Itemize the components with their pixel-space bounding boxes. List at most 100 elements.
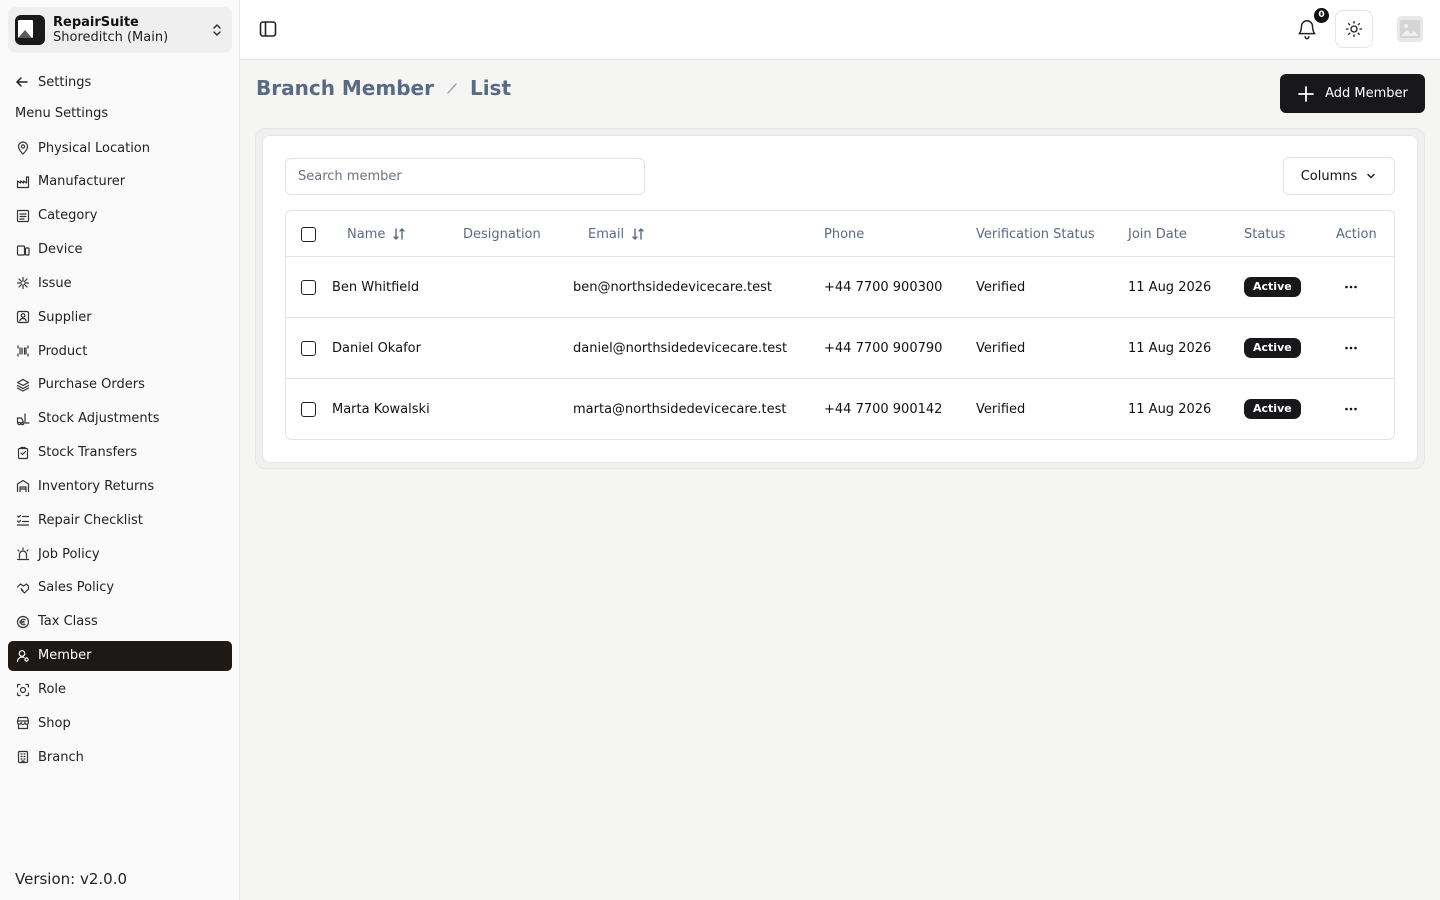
sidebar-item-sales-policy[interactable]: Sales Policy bbox=[8, 573, 232, 603]
sidebar-item-device[interactable]: Device bbox=[8, 235, 232, 265]
row-select-cell bbox=[301, 318, 316, 378]
sidebar-item-role[interactable]: Role bbox=[8, 675, 232, 705]
more-horizontal-icon[interactable] bbox=[1337, 395, 1365, 423]
status-badge: Active bbox=[1244, 338, 1301, 358]
app-name: RepairSuite bbox=[53, 15, 139, 30]
status-badge: Active bbox=[1244, 399, 1301, 419]
sidebar-item-product[interactable]: Product bbox=[8, 336, 232, 366]
sort-icon bbox=[624, 227, 645, 241]
clipboard-icon bbox=[16, 446, 30, 460]
sidebar-item-physical-location[interactable]: Physical Location bbox=[8, 133, 232, 163]
sidebar-item-tax-class[interactable]: Tax Class bbox=[8, 607, 232, 637]
back-label: Settings bbox=[38, 74, 92, 90]
row-select-cell bbox=[301, 379, 316, 439]
back-to-settings-link[interactable]: Settings bbox=[15, 72, 91, 92]
select-all-checkbox[interactable] bbox=[301, 226, 316, 242]
cell-status: Active bbox=[1244, 379, 1301, 439]
handshake-icon bbox=[16, 581, 30, 595]
cell-name: Marta Kowalski bbox=[332, 401, 430, 417]
toggle-sidebar-icon[interactable] bbox=[258, 19, 278, 39]
sidebar-item-stock-transfers[interactable]: Stock Transfers bbox=[8, 438, 232, 468]
cell-action bbox=[1337, 318, 1365, 378]
sidebar-item-category[interactable]: Category bbox=[8, 201, 232, 231]
sidebar-item-label: Branch bbox=[38, 749, 84, 765]
name-column-header[interactable]: Name bbox=[347, 211, 406, 257]
sidebar-item-label: Category bbox=[38, 208, 98, 224]
cell-email: marta@northsidedevicecare.test bbox=[573, 401, 787, 417]
search-member-input[interactable] bbox=[285, 158, 645, 195]
bell-icon[interactable] bbox=[1296, 18, 1318, 40]
sidebar-item-label: Tax Class bbox=[38, 614, 98, 630]
branch-name: Shoreditch (Main) bbox=[53, 30, 169, 45]
columns-dropdown-button[interactable]: Columns bbox=[1283, 157, 1395, 195]
cell-email: ben@northsidedevicecare.test bbox=[573, 279, 772, 295]
settings-nav: Physical Location Manufacturer Category Dev… bbox=[8, 133, 232, 776]
cell-verification: Verified bbox=[976, 401, 1026, 417]
verification-header-label: Verification Status bbox=[976, 226, 1095, 242]
image-placeholder-icon bbox=[1399, 19, 1421, 39]
building-icon bbox=[16, 750, 30, 764]
sidebar-item-issue[interactable]: Issue bbox=[8, 268, 232, 298]
designation-header-label: Designation bbox=[463, 226, 541, 242]
more-horizontal-icon[interactable] bbox=[1337, 334, 1365, 362]
join-date-column-header: Join Date bbox=[1128, 211, 1187, 257]
table-header-row: Name Designation Email Phone Verificatio… bbox=[286, 211, 1394, 257]
add-member-button[interactable]: Add Member bbox=[1280, 74, 1425, 113]
breadcrumb-parent[interactable]: Branch Member bbox=[256, 76, 434, 100]
sidebar-item-label: Purchase Orders bbox=[38, 377, 145, 393]
sidebar-item-inventory-returns[interactable]: Inventory Returns bbox=[8, 471, 232, 501]
arrow-left-icon bbox=[15, 75, 38, 89]
app-version: Version: v2.0.0 bbox=[15, 870, 128, 888]
sidebar-item-purchase-orders[interactable]: Purchase Orders bbox=[8, 370, 232, 400]
sidebar-item-label: Device bbox=[38, 242, 83, 258]
app-logo bbox=[15, 15, 45, 45]
action-column-header: Action bbox=[1336, 211, 1377, 257]
sidebar-item-label: Stock Adjustments bbox=[38, 411, 160, 427]
sidebar-item-label: Product bbox=[38, 343, 88, 359]
email-column-header[interactable]: Email bbox=[588, 211, 645, 257]
status-column-header: Status bbox=[1244, 211, 1285, 257]
row-checkbox[interactable] bbox=[301, 340, 316, 356]
sidebar-item-shop[interactable]: Shop bbox=[8, 708, 232, 738]
table-row[interactable]: Ben Whitfield ben@northsidedevicecare.tes… bbox=[286, 257, 1394, 318]
device-icon bbox=[16, 243, 30, 257]
add-member-label: Add Member bbox=[1325, 86, 1408, 101]
sidebar-item-stock-adjustments[interactable]: Stock Adjustments bbox=[8, 404, 232, 434]
sidebar-item-label: Issue bbox=[38, 275, 72, 291]
breadcrumb-current: List bbox=[469, 76, 512, 100]
workspace-switcher[interactable]: RepairSuite Shoreditch (Main) bbox=[8, 7, 232, 53]
list-checks-icon bbox=[16, 513, 30, 527]
sidebar-item-label: Inventory Returns bbox=[38, 478, 155, 494]
row-checkbox[interactable] bbox=[301, 279, 316, 295]
cell-join-date: 11 Aug 2026 bbox=[1128, 279, 1212, 295]
select-all-cell bbox=[301, 211, 316, 257]
barcode-icon bbox=[16, 344, 30, 358]
user-cog-icon bbox=[16, 649, 30, 663]
sidebar-item-branch[interactable]: Branch bbox=[8, 742, 232, 772]
cell-name: Ben Whitfield bbox=[332, 279, 420, 295]
columns-label: Columns bbox=[1300, 168, 1358, 184]
sidebar-item-label: Shop bbox=[38, 715, 71, 731]
sidebar-item-manufacturer[interactable]: Manufacturer bbox=[8, 167, 232, 197]
layers-icon bbox=[16, 378, 30, 392]
category-icon bbox=[16, 209, 30, 223]
more-horizontal-icon[interactable] bbox=[1337, 273, 1365, 301]
sidebar-item-repair-checklist[interactable]: Repair Checklist bbox=[8, 505, 232, 535]
notification-count-badge: 0 bbox=[1314, 8, 1329, 23]
status-header-label: Status bbox=[1244, 226, 1286, 242]
row-checkbox[interactable] bbox=[301, 401, 316, 417]
sidebar-item-member[interactable]: Member bbox=[8, 640, 232, 671]
table-row[interactable]: Daniel Okafor daniel@northsidedevicecare.… bbox=[286, 318, 1394, 379]
sidebar-item-supplier[interactable]: Supplier bbox=[8, 302, 232, 332]
slash-separator-icon bbox=[445, 78, 459, 98]
chevron-down-icon bbox=[1357, 170, 1377, 182]
factory-icon bbox=[16, 175, 30, 189]
user-avatar[interactable] bbox=[1397, 16, 1423, 42]
theme-toggle-button[interactable] bbox=[1335, 10, 1373, 48]
join-date-header-label: Join Date bbox=[1128, 226, 1187, 242]
table-row[interactable]: Marta Kowalski marta@northsidedevicecare.… bbox=[286, 379, 1394, 439]
cell-join-date: 11 Aug 2026 bbox=[1128, 340, 1212, 356]
sidebar-item-job-policy[interactable]: Job Policy bbox=[8, 539, 232, 569]
phone-header-label: Phone bbox=[824, 226, 865, 242]
cell-phone: +44 7700 900790 bbox=[824, 340, 943, 356]
